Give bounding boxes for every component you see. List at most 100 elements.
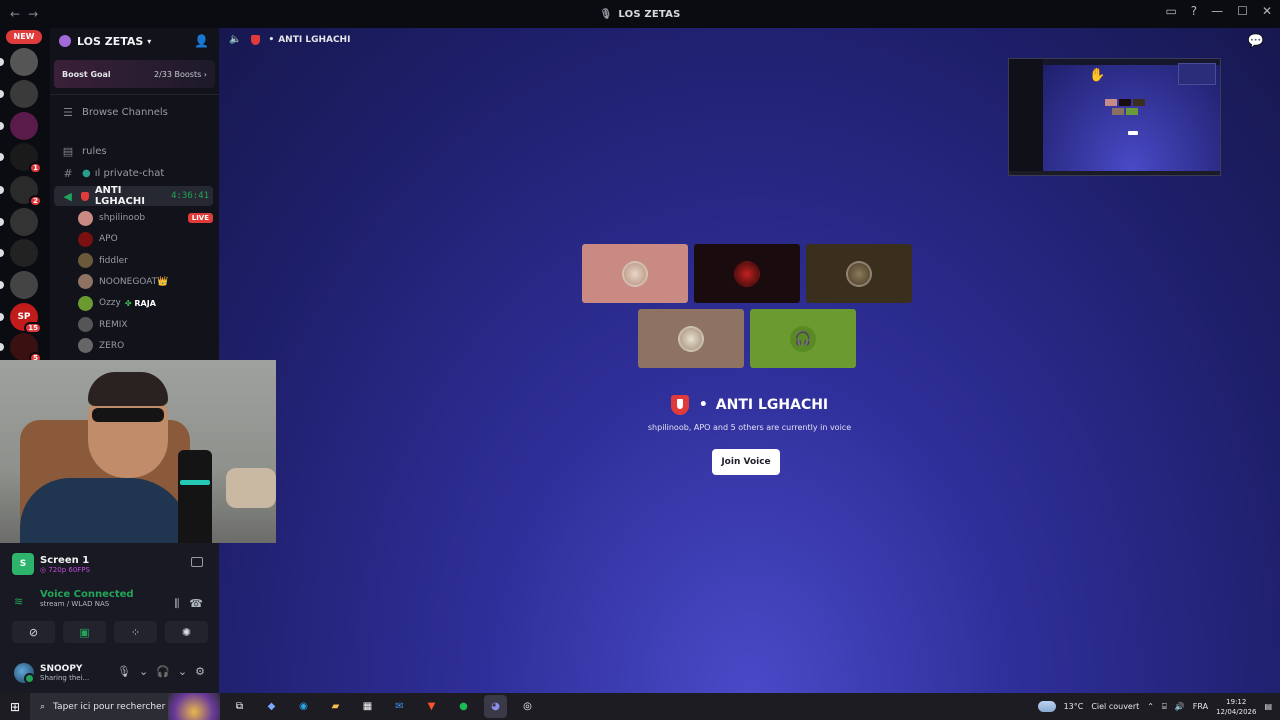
clock[interactable]: 19:12 12/04/2026 <box>1216 697 1256 717</box>
screen-thumb-icon: S <box>12 553 34 575</box>
preview-join-button <box>1128 131 1138 135</box>
cam-glasses <box>92 408 164 422</box>
close-button[interactable]: ✕ <box>1262 4 1272 18</box>
voice-user[interactable]: REMIX <box>78 315 213 335</box>
screen-share-button[interactable]: ▣ <box>63 621 106 643</box>
copilot-icon[interactable]: ◆ <box>260 695 283 718</box>
participant-tile[interactable] <box>582 244 688 303</box>
unread-pill <box>0 58 4 66</box>
avatar <box>78 338 93 354</box>
participant-tile[interactable] <box>694 244 800 303</box>
avatar <box>734 260 760 287</box>
language-indicator[interactable]: FRA <box>1193 702 1208 711</box>
windows-start-icon[interactable]: ⊞ <box>0 700 30 714</box>
voice-user[interactable]: ZERO <box>78 336 213 356</box>
settings-gear-icon[interactable]: ⚙ <box>195 665 205 678</box>
participant-tile[interactable]: 🎧 <box>750 309 856 368</box>
unread-pill <box>0 153 4 161</box>
server-icon <box>59 35 71 47</box>
participant-tile[interactable] <box>806 244 912 303</box>
file-explorer-icon[interactable]: ▰ <box>324 695 347 718</box>
server-icon[interactable] <box>10 239 38 267</box>
live-badge: LIVE <box>187 213 213 223</box>
discord-icon[interactable]: ◕ <box>484 695 507 718</box>
camera-off-button[interactable]: ⊘ <box>12 621 55 643</box>
tray-chevron-up-icon[interactable]: ⌃ <box>1147 702 1154 711</box>
server-icon[interactable]: 1 <box>10 143 42 174</box>
weather-temperature[interactable]: 13°C <box>1064 702 1084 711</box>
taskbar-search[interactable]: ⌕ Taper ici pour rechercher <box>30 693 220 720</box>
server-header[interactable]: LOS ZETAS ▾ 👤 <box>50 28 219 54</box>
voice-connected-status[interactable]: ≋ Voice Connected stream / WLAD NAS <box>14 589 134 608</box>
chevron-down-icon[interactable]: ⌄ <box>178 665 187 678</box>
chat-bubble-icon[interactable]: 💬 <box>1248 34 1264 49</box>
server-icon[interactable] <box>10 80 38 108</box>
inbox-icon[interactable]: ▭ <box>1165 4 1176 18</box>
browse-channels[interactable]: ☰ Browse Channels <box>54 102 213 122</box>
hand-cursor-icon: ✋ <box>1089 68 1106 83</box>
avatar <box>622 260 648 287</box>
join-voice-button[interactable]: Join Voice <box>712 449 780 475</box>
channel-voice-anti-lghachi[interactable]: ◀ ANTI LGHACHI 4:36:41 <box>54 185 213 207</box>
network-icon[interactable]: ⌸ <box>1162 702 1167 712</box>
channel-private-chat[interactable]: # ● ıl private-chat <box>54 163 213 183</box>
server-icon[interactable]: 5 <box>10 333 42 364</box>
new-badge[interactable]: NEW <box>6 30 42 44</box>
headset-avatar-icon: 🎧 <box>790 325 816 352</box>
search-icon: ⌕ <box>40 701 46 712</box>
microphone-icon[interactable]: 🎙 <box>117 665 131 678</box>
spotify-icon[interactable]: ● <box>452 695 475 718</box>
popout-icon[interactable] <box>191 557 203 567</box>
maximize-button[interactable]: ☐ <box>1237 4 1248 18</box>
server-icon[interactable]: 2 <box>10 176 42 207</box>
unread-pill <box>0 281 4 289</box>
outlook-icon[interactable]: ✉ <box>388 695 411 718</box>
server-icon[interactable]: SP 15 <box>10 303 42 334</box>
disconnect-icon[interactable]: ☎ <box>189 597 203 611</box>
user-controls: 🎙 ⌄ 🎧 ⌄ ⚙ <box>117 665 205 678</box>
discord-window: ← → 🎙 LOS ZETAS ▭ ? — ☐ ✕ NEW 1 2 SP 15 5 LOS… <box>0 0 1280 720</box>
voice-location: stream / WLAD NAS <box>40 600 110 608</box>
edge-icon[interactable]: ◉ <box>292 695 315 718</box>
voice-user[interactable]: NOONEGOAT👑 <box>78 272 213 292</box>
role-tag: ✤ RAJA <box>125 299 156 308</box>
cam-microphone <box>178 450 212 543</box>
voice-user[interactable]: fiddler <box>78 251 213 271</box>
volume-icon[interactable]: 🔊 <box>1175 702 1185 711</box>
rules-icon: ▤ <box>62 144 74 158</box>
unread-pill <box>0 90 4 98</box>
weather-condition[interactable]: Ciel couvert <box>1091 702 1139 711</box>
brave-icon[interactable]: ▼ <box>420 695 443 718</box>
clock-date: 12/04/2026 <box>1216 707 1257 716</box>
unread-pill <box>0 313 4 321</box>
user-avatar[interactable] <box>14 663 35 684</box>
help-icon[interactable]: ? <box>1191 4 1197 18</box>
unread-pill <box>0 249 4 257</box>
voice-user[interactable]: shpilinoob LIVE <box>78 208 213 228</box>
voice-connected-label: Voice Connected <box>40 589 134 600</box>
server-icon[interactable] <box>10 208 38 236</box>
server-icon[interactable] <box>10 112 38 140</box>
channel-rules[interactable]: ▤ rules <box>54 141 213 161</box>
minimize-button[interactable]: — <box>1211 4 1223 18</box>
participant-tile[interactable] <box>638 309 744 368</box>
activities-button[interactable]: ⁘ <box>114 621 157 643</box>
add-user-icon[interactable]: 👤 <box>194 34 209 48</box>
server-icon[interactable] <box>10 271 38 299</box>
boost-goal-bar[interactable]: Boost Goal 2/33 Boosts › <box>54 60 215 88</box>
noise-suppression-icon[interactable]: ⫼ <box>174 597 179 611</box>
chevron-down-icon[interactable]: ⌄ <box>139 665 148 678</box>
voice-user[interactable]: APO <box>78 229 213 249</box>
preview-tile <box>1126 108 1138 115</box>
task-view-icon[interactable]: ⧉ <box>228 695 251 718</box>
screen-share-preview[interactable] <box>1008 58 1221 176</box>
screen-share-status[interactable]: S Screen 1 ◎ 720p 60FPS <box>12 553 90 575</box>
headphones-icon[interactable]: 🎧 <box>156 665 170 678</box>
server-icon[interactable] <box>10 48 38 76</box>
obs-icon[interactable]: ◎ <box>516 695 539 718</box>
main-content: 🔈 • ANTI LGHACHI 💬 ✋ 🎧 • ANTI LGHACHI sh… <box>219 28 1280 693</box>
store-icon[interactable]: ▦ <box>356 695 379 718</box>
soundboard-button[interactable]: ✺ <box>165 621 208 643</box>
notification-icon[interactable]: ▤ <box>1264 702 1272 711</box>
voice-user[interactable]: Ozzy ✤ RAJA <box>78 293 213 313</box>
